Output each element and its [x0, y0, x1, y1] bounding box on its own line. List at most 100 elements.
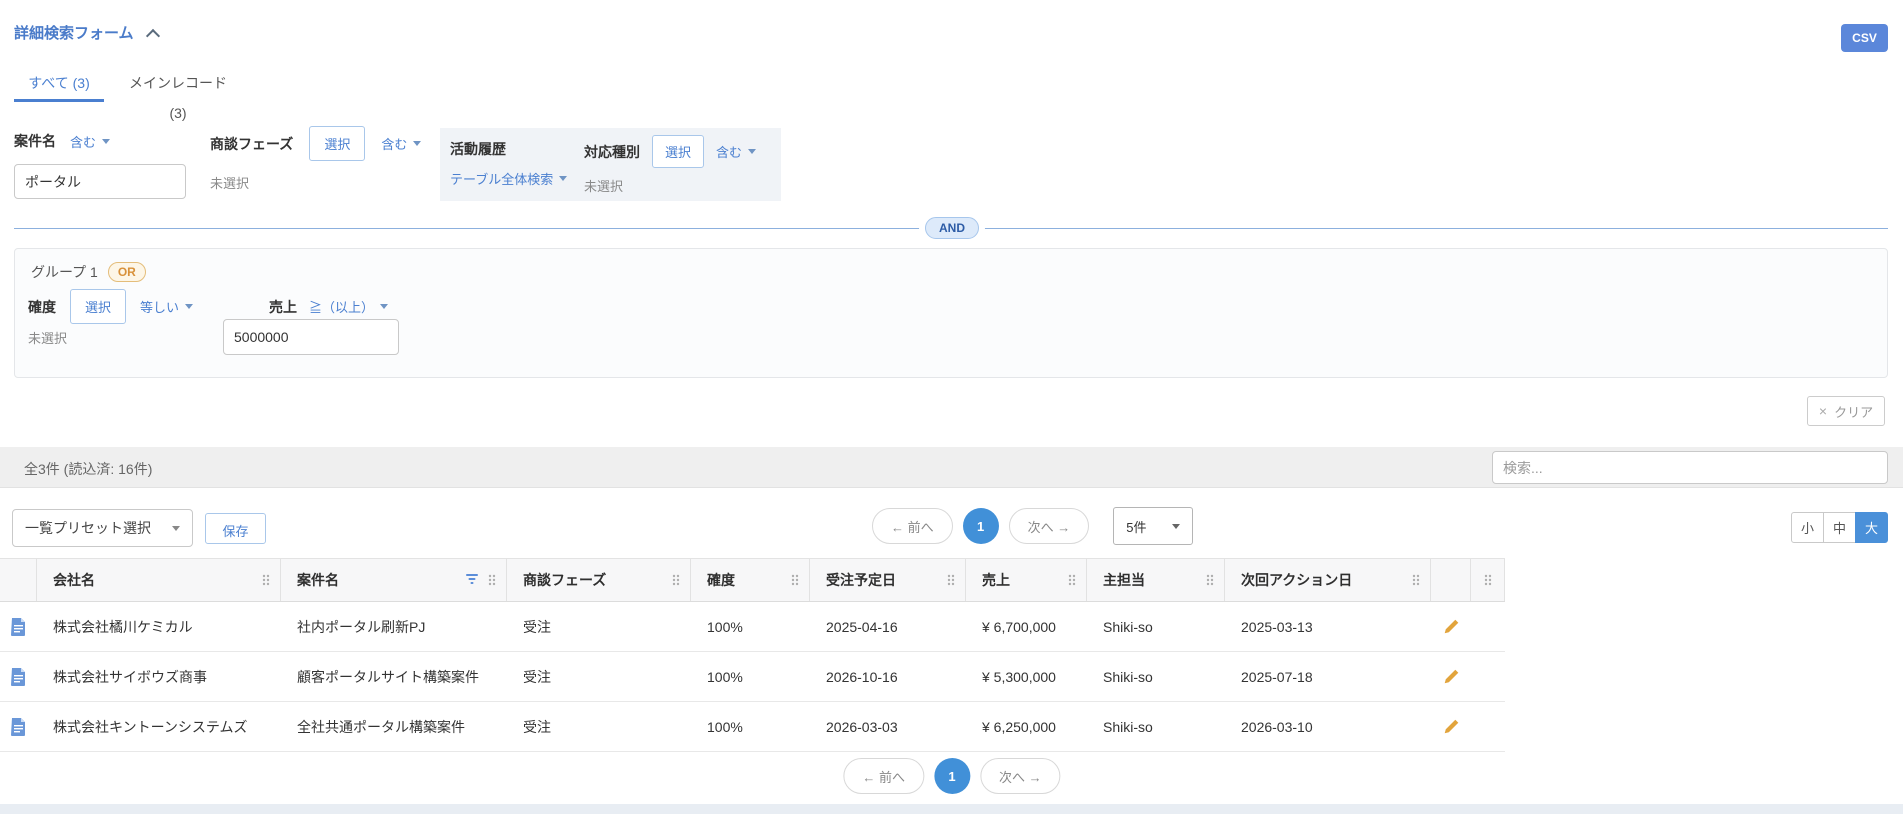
current-page-button[interactable]: 1: [962, 508, 999, 544]
cell-probability: 100%: [707, 718, 743, 735]
header-owner-label: 主担当: [1103, 572, 1145, 588]
chevron-down-icon: [380, 304, 389, 309]
cell-phase: 受注: [523, 718, 551, 735]
edit-pencil-icon[interactable]: [1443, 669, 1459, 685]
collapse-chevron-icon[interactable]: [145, 28, 161, 44]
header-next-action[interactable]: 次回アクション日: [1225, 559, 1431, 601]
tab-all[interactable]: すべて (3): [14, 68, 104, 102]
size-small-button[interactable]: 小: [1791, 512, 1824, 543]
column-menu-icon[interactable]: [671, 573, 681, 587]
cell-case: 顧客ポータルサイト構築案件: [297, 668, 479, 685]
or-badge[interactable]: OR: [107, 262, 146, 282]
table-row[interactable]: 株式会社キントーンシステムズ 全社共通ポータル構築案件 受注 100% 2026…: [0, 702, 1505, 752]
activity-scope-value: テーブル全体検索: [450, 172, 554, 187]
edit-pencil-icon[interactable]: [1443, 719, 1459, 735]
header-phase[interactable]: 商談フェーズ: [507, 559, 691, 601]
cell-next-action: 2026-03-10: [1241, 718, 1313, 735]
header-probability-label: 確度: [707, 572, 735, 588]
cell-company: 株式会社サイボウズ商事: [53, 668, 207, 685]
column-menu-icon[interactable]: [261, 573, 271, 587]
response-type-select-button[interactable]: 選択: [652, 135, 705, 168]
record-document-icon[interactable]: [11, 617, 26, 636]
size-large-button[interactable]: 大: [1855, 512, 1888, 543]
chevron-down-icon: [102, 138, 111, 144]
probability-operator-value: 等しい: [140, 300, 180, 315]
phase-operator-dropdown[interactable]: 含む: [381, 134, 422, 153]
cell-owner: Shiki-so: [1103, 718, 1153, 735]
column-menu-icon[interactable]: [1067, 573, 1077, 587]
clear-button[interactable]: × クリア: [1807, 396, 1885, 426]
page: 詳細検索フォーム CSV すべて (3) メインレコード (3) 案件名 含む …: [0, 0, 1903, 814]
header-probability[interactable]: 確度: [691, 559, 810, 601]
header-order-date[interactable]: 受注予定日: [810, 559, 966, 601]
activity-scope-dropdown[interactable]: テーブル全体検索: [450, 169, 568, 188]
edit-pencil-icon[interactable]: [1443, 619, 1459, 635]
tab-main-record[interactable]: メインレコード (3): [122, 68, 234, 121]
probability-select-button[interactable]: 選択: [70, 289, 127, 324]
table-row[interactable]: 株式会社サイボウズ商事 顧客ポータルサイト構築案件 受注 100% 2026-1…: [0, 652, 1505, 702]
row-size-toggle: 小 中 大: [1791, 512, 1888, 543]
save-button[interactable]: 保存: [205, 513, 266, 544]
activity-label: 活動履歴: [450, 141, 506, 157]
bottom-pagination: ← 前へ 1 次へ →: [843, 758, 1061, 794]
header-owner[interactable]: 主担当: [1087, 559, 1225, 601]
probability-label: 確度: [28, 298, 56, 315]
header-next-action-label: 次回アクション日: [1241, 572, 1353, 588]
record-document-icon[interactable]: [11, 667, 26, 686]
cell-case: 社内ポータル刷新PJ: [297, 618, 426, 635]
header-company[interactable]: 会社名: [37, 559, 281, 601]
prev-page-button[interactable]: ← 前へ: [872, 508, 953, 544]
filter-icon[interactable]: [465, 572, 479, 588]
page-size-dropdown[interactable]: 5件: [1113, 507, 1194, 545]
probability-status: 未選択: [28, 331, 68, 346]
chevron-down-icon: [559, 176, 568, 181]
chevron-down-icon: [1172, 523, 1181, 529]
cell-probability: 100%: [707, 668, 743, 685]
chevron-down-icon: [185, 304, 194, 309]
csv-export-button[interactable]: CSV: [1841, 24, 1888, 52]
list-toolbar: 一覧プリセット選択 保存 ← 前へ 1 次へ → 5件 小 中 大: [0, 488, 1903, 558]
column-menu-icon[interactable]: [790, 573, 800, 587]
top-pagination: ← 前へ 1 次へ → 5件: [872, 507, 1194, 545]
header-case[interactable]: 案件名: [281, 559, 507, 601]
close-icon: ×: [1818, 403, 1828, 419]
search-input[interactable]: [1492, 451, 1888, 484]
sales-label: 売上: [269, 298, 298, 315]
case-name-input[interactable]: [14, 164, 186, 199]
column-menu-icon[interactable]: [1205, 573, 1215, 587]
preset-select-dropdown[interactable]: 一覧プリセット選択: [12, 509, 193, 547]
cell-company: 株式会社キントーンシステムズ: [53, 718, 248, 735]
response-type-status: 未選択: [584, 179, 624, 194]
cell-order-date: 2026-10-16: [826, 668, 898, 685]
response-type-operator-dropdown[interactable]: 含む: [716, 142, 757, 161]
column-menu-icon[interactable]: [1411, 573, 1421, 587]
prev-page-button[interactable]: ← 前へ: [843, 758, 924, 794]
page-size-value: 5件: [1126, 519, 1147, 535]
filter-case-name: 案件名 含む: [14, 130, 186, 199]
table-menu-icon[interactable]: [1483, 573, 1493, 587]
cell-order-date: 2025-04-16: [826, 618, 898, 635]
phase-select-button[interactable]: 選択: [309, 126, 366, 161]
header-phase-label: 商談フェーズ: [523, 572, 607, 588]
header-case-label: 案件名: [297, 572, 339, 588]
probability-operator-dropdown[interactable]: 等しい: [140, 297, 194, 316]
next-page-button[interactable]: 次へ →: [980, 758, 1061, 794]
next-page-button[interactable]: 次へ →: [1008, 508, 1090, 544]
column-menu-icon[interactable]: [946, 573, 956, 587]
header-company-label: 会社名: [53, 572, 95, 588]
cell-owner: Shiki-so: [1103, 668, 1153, 685]
current-page-button[interactable]: 1: [934, 758, 970, 794]
sales-operator-dropdown[interactable]: ≧（以上）: [309, 297, 389, 316]
horizontal-scrollbar-track[interactable]: [0, 804, 1903, 814]
record-document-icon[interactable]: [11, 717, 26, 736]
chevron-down-icon: [172, 525, 180, 531]
results-table: 会社名 案件名 商談フェーズ 確度 受注予定日 売上 主担当 次回アクション日 …: [0, 558, 1505, 752]
response-type-label: 対応種別: [584, 143, 640, 160]
column-menu-icon[interactable]: [487, 573, 497, 587]
case-name-operator-dropdown[interactable]: 含む: [70, 132, 111, 151]
table-row[interactable]: 株式会社橘川ケミカル 社内ポータル刷新PJ 受注 100% 2025-04-16…: [0, 602, 1505, 652]
header-sales[interactable]: 売上: [966, 559, 1087, 601]
condition-group-box: グループ 1 OR 確度 選択 等しい 売上 ≧（以上） 未選択: [14, 248, 1888, 378]
size-medium-button[interactable]: 中: [1823, 512, 1856, 543]
sales-value-input[interactable]: [223, 319, 399, 355]
